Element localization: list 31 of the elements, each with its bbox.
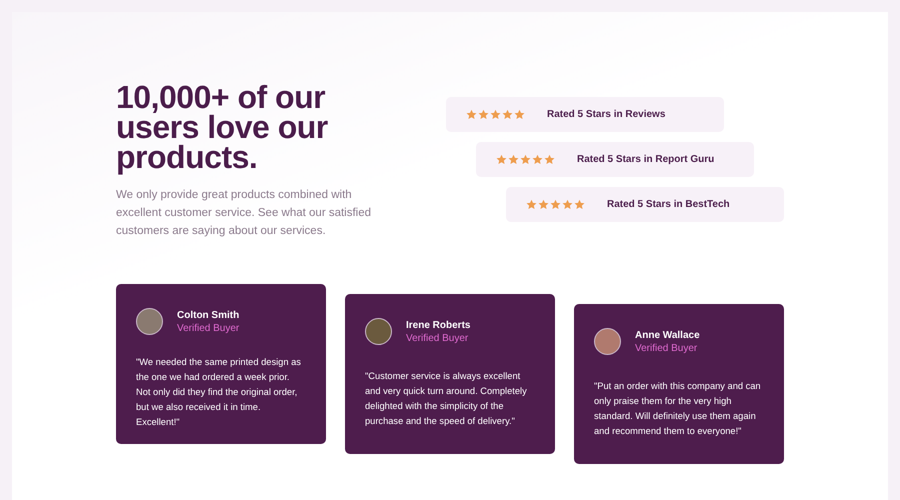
star-icon (544, 154, 555, 165)
customer-role: Verified Buyer (406, 332, 470, 344)
star-icon (502, 109, 513, 120)
rating-label: Rated 5 Stars in Reviews (547, 109, 666, 120)
testimonial-quote: "We needed the same printed design as the one we had ordered a week prior. Not only did they find the original order, but we also received it in time. Excellent!" (136, 356, 302, 429)
description: We only provide great products combined with excellent customer service. See what our satisfied customers are saying about our services. (116, 188, 372, 239)
avatar-photo (365, 318, 392, 345)
customer-role: Verified Buyer (635, 342, 698, 354)
testimonial-quote: "Customer service is always excellent and very quick turn around. Completely delighted with the simplicity of the purchase and the speed of delivery." (365, 370, 528, 428)
star-icon (562, 199, 573, 210)
customer-name: Irene Roberts (406, 318, 470, 332)
avatar-photo (136, 308, 163, 335)
star-icon (526, 199, 537, 210)
star-icon (466, 109, 477, 120)
star-icon (574, 199, 585, 210)
star-icon (538, 199, 549, 210)
customer-name: Anne Wallace (635, 328, 700, 342)
rating-label: Rated 5 Stars in Report Guru (577, 154, 714, 165)
star-icon (550, 199, 561, 210)
rating-label: Rated 5 Stars in BestTech (607, 199, 730, 210)
star-icon (520, 154, 531, 165)
star-icon (478, 109, 489, 120)
star-icon (496, 154, 507, 165)
customer-role: Verified Buyer (177, 322, 240, 334)
star-icon (532, 154, 543, 165)
testimonial-quote: "Put an order with this company and can only praise them for the very high standard. Will definitely use them again and recommend them to everyone!" (594, 380, 762, 438)
star-icon (508, 154, 519, 165)
customer-name: Colton Smith (177, 308, 240, 322)
star-icon (490, 109, 501, 120)
star-icon (514, 109, 525, 120)
avatar-photo (594, 328, 621, 355)
